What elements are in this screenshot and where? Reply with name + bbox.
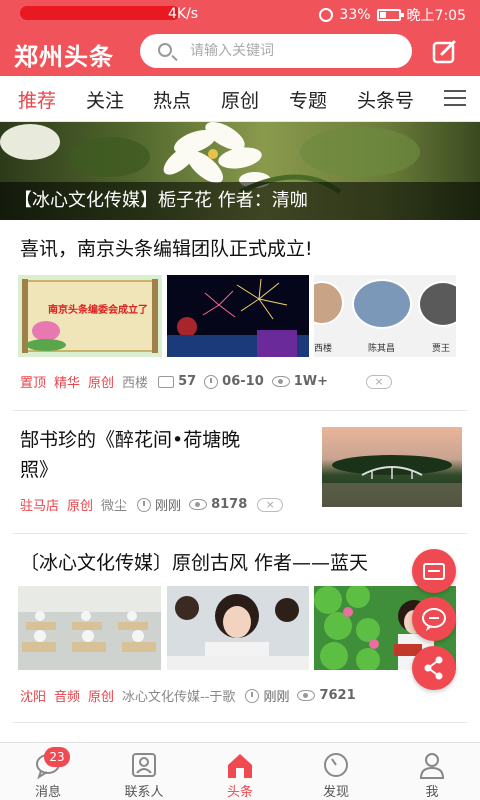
article-card-1[interactable]: 喜讯，南京头条编辑团队正式成立! 南京头条编委会成立了 西楼 陈其昌 贾王 置顶… <box>0 220 480 410</box>
article-title-line-1: 郜书珍的《醉花间•荷塘晚 <box>20 429 241 451</box>
tab-topics[interactable]: 专题 <box>289 86 327 113</box>
tag-original: 原创 <box>88 690 115 705</box>
nav-label: 发现 <box>322 785 349 800</box>
category-tabs: 推荐 关注 热点 原创 专题 头条号 <box>0 76 480 122</box>
views-icon <box>271 376 290 387</box>
float-chat-button[interactable] <box>412 597 456 641</box>
search-bar[interactable] <box>140 34 412 68</box>
battery-icon <box>376 9 404 21</box>
nav-label: 消息 <box>34 785 61 800</box>
portrait-name: 西楼 <box>314 344 333 354</box>
tag-featured: 精华 <box>54 376 81 391</box>
dismiss-button[interactable]: × <box>366 374 393 389</box>
article-image-lotus-pond <box>322 427 462 507</box>
tab-recommend[interactable]: 推荐 <box>18 86 56 113</box>
article-meta: 置顶 精华 原创 西楼 57 06-10 1W+ × <box>20 372 393 391</box>
views-icon <box>297 690 316 701</box>
article-image-students <box>167 586 309 670</box>
clock-icon <box>245 688 260 703</box>
nav-headlines[interactable]: 头条 <box>192 743 288 800</box>
nav-me[interactable]: 我 <box>384 743 480 800</box>
tab-original[interactable]: 原创 <box>221 86 259 113</box>
portrait-name: 陈其昌 <box>368 344 396 354</box>
tab-hot[interactable]: 热点 <box>153 86 191 113</box>
profile-icon <box>419 753 445 779</box>
portrait-avatar <box>314 281 344 325</box>
view-count: 8178 <box>211 497 248 512</box>
news-icon <box>423 563 445 580</box>
float-news-button[interactable] <box>412 549 456 593</box>
contacts-icon <box>132 753 156 777</box>
comment-icon <box>158 375 175 388</box>
article-image-classroom <box>18 586 161 670</box>
tab-toutiao-accounts[interactable]: 头条号 <box>357 86 414 113</box>
search-input[interactable] <box>190 41 400 61</box>
article-title-line-2: 照》 <box>20 459 59 481</box>
portrait-name: 贾王 <box>432 344 451 354</box>
portrait-avatar <box>352 279 412 329</box>
nav-messages[interactable]: 23 消息 <box>0 743 96 800</box>
nav-label: 头条 <box>226 785 253 800</box>
scroll-image-text: 南京头条编委会成立了 <box>48 305 148 316</box>
article-source: 西楼 <box>122 376 149 391</box>
bottom-nav: 23 消息 联系人 头条 发现 我 <box>0 742 480 800</box>
dismiss-button[interactable]: × <box>257 497 284 512</box>
views-icon <box>189 499 208 510</box>
publish-time: 06-10 <box>222 374 264 389</box>
float-share-button[interactable] <box>412 646 456 690</box>
featured-banner[interactable]: 【冰心文化传媒】栀子花 作者：清咖 <box>0 122 480 220</box>
status-right: 33% 晚上7:05 <box>319 5 466 25</box>
view-count: 1W+ <box>293 374 329 389</box>
compass-icon <box>324 753 348 777</box>
article-source: 冰心文化传媒--于歌 <box>122 690 236 705</box>
nav-label: 联系人 <box>124 785 164 800</box>
article-image-scroll: 南京头条编委会成立了 <box>18 275 162 357</box>
home-icon <box>228 754 252 778</box>
publish-time: 刚刚 <box>263 690 290 705</box>
article-image-team-portraits: 西楼 陈其昌 贾王 <box>314 275 456 357</box>
divider <box>12 722 468 723</box>
article-meta: 沈阳 音频 原创 冰心文化传媒--于歌 刚刚 7621 <box>20 686 364 705</box>
clock-icon <box>137 497 152 512</box>
app-header: 郑州头条 <box>0 28 480 76</box>
unread-badge: 23 <box>44 747 70 767</box>
article-image-fireworks <box>167 275 309 357</box>
alarm-icon <box>319 8 334 22</box>
clock: 晚上7:05 <box>406 8 466 24</box>
nav-contacts[interactable]: 联系人 <box>96 743 192 800</box>
battery-percent: 33% <box>339 7 371 23</box>
app-logo: 郑州头条 <box>14 43 114 71</box>
article-meta: 驻马店 原创 微尘 刚刚 8178 × <box>20 495 284 514</box>
article-card-3[interactable]: 〔冰心文化传媒〕原创古风 作者——蓝天 沈阳 音频 原创 冰心文化传媒--于歌 … <box>0 534 480 720</box>
tag-region: 驻马店 <box>20 499 60 514</box>
clock-icon <box>204 374 219 389</box>
tab-follow[interactable]: 关注 <box>86 86 124 113</box>
tag-audio: 音频 <box>54 690 81 705</box>
search-icon <box>158 43 172 57</box>
chat-icon <box>422 608 446 631</box>
article-card-2[interactable]: 郜书珍的《醉花间•荷塘晚 照》 驻马店 原创 微尘 刚刚 8178 × <box>0 411 480 533</box>
nav-discover[interactable]: 发现 <box>288 743 384 800</box>
comment-count: 57 <box>178 374 197 389</box>
app-screen: 4K/s 33% 晚上7:05 郑州头条 推荐 关注 热点 原创 专题 头条号 <box>0 0 480 800</box>
status-bar: 4K/s 33% 晚上7:05 <box>0 0 480 28</box>
edit-icon[interactable] <box>432 40 458 64</box>
tag-pinned: 置顶 <box>20 376 47 391</box>
portrait-avatar <box>418 281 456 327</box>
tabs-menu-icon[interactable] <box>444 90 466 108</box>
article-title: 喜讯，南京头条编辑团队正式成立! <box>20 238 313 260</box>
tag-original: 原创 <box>88 376 115 391</box>
tag-original: 原创 <box>67 499 94 514</box>
publish-time: 刚刚 <box>155 499 182 514</box>
view-count: 7621 <box>319 688 356 703</box>
network-speed: 4K/s <box>168 6 199 22</box>
nav-label: 我 <box>425 785 439 800</box>
article-title: 〔冰心文化传媒〕原创古风 作者——蓝天 <box>20 552 369 574</box>
redacted-carrier <box>20 6 180 20</box>
share-icon <box>424 656 443 680</box>
banner-caption: 【冰心文化传媒】栀子花 作者：清咖 <box>0 182 480 220</box>
article-source: 微尘 <box>101 499 128 514</box>
tag-region: 沈阳 <box>20 690 47 705</box>
